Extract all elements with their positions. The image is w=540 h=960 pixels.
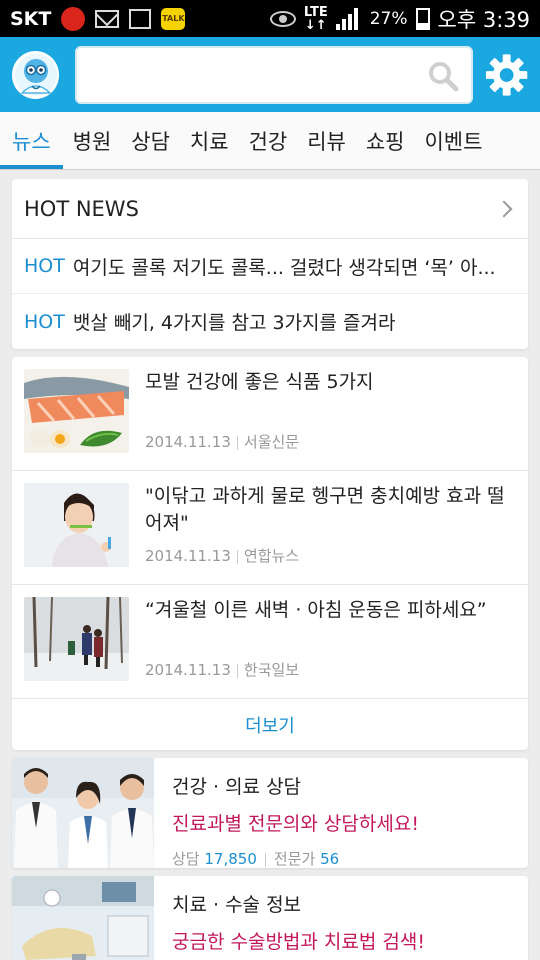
search-input[interactable] <box>77 47 471 102</box>
news-item[interactable]: "이닦고 과하게 물로 헹구면 충치예방 효과 떨어져" 2014.11.13 연… <box>12 471 528 585</box>
tab-shopping[interactable]: 쇼핑 <box>356 112 415 169</box>
hot-news-item[interactable]: HOT 여기도 콜록 저기도 콜록... 걸렸다 생각되면 ‘목’ 아... <box>12 239 528 294</box>
tab-hospital[interactable]: 병원 <box>63 112 122 169</box>
tab-treatment[interactable]: 치료 <box>180 112 239 169</box>
hot-news-card: HOT NEWS HOT 여기도 콜록 저기도 콜록... 걸렸다 생각되면 ‘… <box>12 179 528 349</box>
tab-consult[interactable]: 상담 <box>121 112 180 169</box>
hot-news-title: HOT NEWS <box>24 196 139 221</box>
news-meta: 2014.11.13 서울신문 <box>145 433 300 451</box>
treatment-service-card[interactable]: 치료 · 수술 정보 궁금한 수술방법과 치료법 검색! <box>12 876 528 960</box>
service-title: 치료 · 수술 정보 <box>172 894 302 916</box>
doctors-photo <box>12 758 154 868</box>
signal-icon <box>335 7 362 30</box>
tab-event[interactable]: 이벤트 <box>414 112 492 169</box>
service-stats: 상담 17,850 전문가 56 <box>172 850 340 868</box>
consult-service-card[interactable]: 건강 · 의료 상담 진료과별 전문의와 상담하세요! 상담 17,850 전문가… <box>12 758 528 868</box>
hot-tag: HOT <box>24 310 65 333</box>
news-thumbnail <box>24 483 129 567</box>
mail-icon <box>95 9 120 28</box>
chevron-right-icon <box>495 200 513 217</box>
hot-tag: HOT <box>24 255 65 277</box>
hot-news-header[interactable]: HOT NEWS <box>12 179 528 239</box>
clock: 오후 3:39 <box>437 7 530 32</box>
kakaotalk-icon: TALK <box>161 7 186 30</box>
search-icon[interactable] <box>427 60 459 92</box>
category-tabs: 뉴스 병원 상담 치료 건강 리뷰 쇼핑 이벤트 <box>0 112 540 170</box>
image-icon <box>129 8 152 29</box>
battery-icon <box>415 7 430 30</box>
app-red-badge-icon <box>61 6 86 31</box>
status-bar: SKT TALK LTE ↓↑ 27% 오후 3:39 <box>0 0 540 37</box>
news-title: "이닦고 과하게 물로 헹구면 충치예방 효과 떨어져" <box>145 485 505 534</box>
tab-review[interactable]: 리뷰 <box>297 112 356 169</box>
news-title: “겨울철 이른 새벽 · 아침 운동은 피하세요” <box>145 599 487 621</box>
tab-news[interactable]: 뉴스 <box>0 112 63 169</box>
service-title: 건강 · 의료 상담 <box>172 776 302 798</box>
hot-news-headline: 여기도 콜록 저기도 콜록... 걸렸다 생각되면 ‘목’ 아... <box>72 256 496 279</box>
service-description: 진료과별 전문의와 상담하세요! <box>172 813 419 835</box>
gear-icon[interactable] <box>485 53 528 97</box>
app-logo-icon[interactable] <box>12 50 60 99</box>
news-thumbnail <box>24 369 129 453</box>
tab-health[interactable]: 건강 <box>239 112 298 169</box>
service-description: 궁금한 수술방법과 치료법 검색! <box>172 931 425 953</box>
news-item[interactable]: 모발 건강에 좋은 식품 5가지 2014.11.13 서울신문 <box>12 357 528 471</box>
news-item[interactable]: “겨울철 이른 새벽 · 아침 운동은 피하세요” 2014.11.13 한국일보 <box>12 585 528 699</box>
search-box[interactable] <box>75 45 473 104</box>
network-type: LTE ↓↑ <box>303 4 328 33</box>
carrier-label: SKT <box>10 7 52 30</box>
more-button[interactable]: 더보기 <box>12 699 528 750</box>
news-meta: 2014.11.13 연합뉴스 <box>145 547 300 565</box>
hot-news-headline: 뱃살 빼기, 4가지를 참고 3가지를 즐겨라 <box>72 312 396 334</box>
dental-clinic-photo <box>12 876 154 960</box>
news-thumbnail <box>24 597 129 681</box>
news-list-card: 모발 건강에 좋은 식품 5가지 2014.11.13 서울신문 "이닦고 과하게… <box>12 357 528 750</box>
hot-news-item[interactable]: HOT 뱃살 빼기, 4가지를 참고 3가지를 즐겨라 <box>12 294 528 349</box>
smart-stay-eye-icon <box>269 10 296 27</box>
news-meta: 2014.11.13 한국일보 <box>145 661 300 679</box>
news-title: 모발 건강에 좋은 식품 5가지 <box>145 371 374 393</box>
battery-percent: 27% <box>369 8 408 29</box>
app-header <box>0 37 540 112</box>
